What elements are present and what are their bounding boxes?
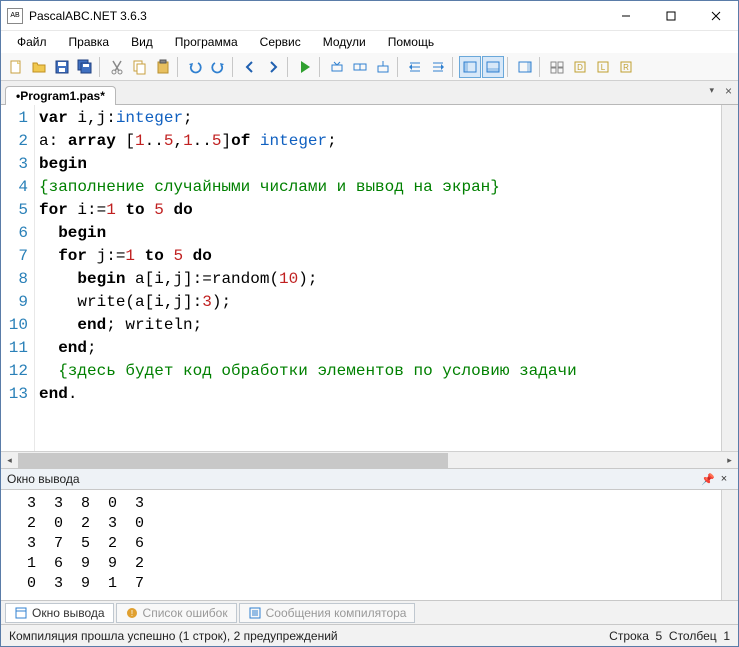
outdent-icon[interactable]	[404, 56, 426, 78]
menu-help[interactable]: Помощь	[378, 33, 444, 51]
svg-text:L: L	[601, 63, 606, 72]
scroll-left-icon[interactable]: ◂	[1, 452, 18, 469]
compiler-tab-icon	[248, 606, 262, 620]
code-editor[interactable]: 12345678910111213 var i,j:integer;a: arr…	[1, 105, 738, 451]
tab-output[interactable]: Окно вывода	[5, 603, 114, 623]
code-area[interactable]: var i,j:integer;a: array [1..5,1..5]of i…	[35, 105, 721, 451]
step-out-icon[interactable]	[372, 56, 394, 78]
save-icon[interactable]	[51, 56, 73, 78]
pin-icon[interactable]: 📌	[700, 473, 716, 486]
svg-text:!: !	[130, 609, 132, 618]
paste-icon[interactable]	[152, 56, 174, 78]
file-tab[interactable]: •Program1.pas*	[5, 86, 116, 105]
toggle-panel-2-icon[interactable]	[482, 56, 504, 78]
menu-modules[interactable]: Модули	[313, 33, 376, 51]
menu-service[interactable]: Сервис	[250, 33, 311, 51]
status-line-value: 5	[656, 629, 663, 643]
undo-icon[interactable]	[184, 56, 206, 78]
scroll-right-icon[interactable]: ▸	[721, 452, 738, 469]
indent-icon[interactable]	[427, 56, 449, 78]
errors-tab-icon: !	[125, 606, 139, 620]
menu-program[interactable]: Программа	[165, 33, 248, 51]
output-tab-icon	[14, 606, 28, 620]
step-over-icon[interactable]	[326, 56, 348, 78]
tab-errors[interactable]: ! Список ошибок	[116, 603, 237, 623]
new-file-icon[interactable]	[5, 56, 27, 78]
tab-close-icon[interactable]: ×	[725, 84, 732, 98]
module-icon-2[interactable]: D	[569, 56, 591, 78]
toggle-panel-3-icon[interactable]	[514, 56, 536, 78]
step-into-icon[interactable]	[349, 56, 371, 78]
maximize-button[interactable]	[648, 1, 693, 30]
output-panel-header: Окно вывода 📌 ×	[1, 468, 738, 490]
cut-icon[interactable]	[106, 56, 128, 78]
module-icon-1[interactable]	[546, 56, 568, 78]
window-title: PascalABC.NET 3.6.3	[29, 9, 603, 23]
status-line-label: Строка	[609, 629, 649, 643]
horizontal-scrollbar[interactable]: ◂ ▸	[1, 451, 738, 468]
module-icon-3[interactable]: L	[592, 56, 614, 78]
app-icon: AB	[7, 8, 23, 24]
menu-view[interactable]: Вид	[121, 33, 163, 51]
menu-file[interactable]: Файл	[7, 33, 57, 51]
toolbar: D L R	[1, 53, 738, 81]
scroll-thumb[interactable]	[18, 453, 448, 468]
menu-bar: Файл Правка Вид Программа Сервис Модули …	[1, 31, 738, 53]
line-gutter: 12345678910111213	[1, 105, 35, 451]
redo-icon[interactable]	[207, 56, 229, 78]
output-vertical-scrollbar[interactable]	[721, 490, 738, 600]
open-file-icon[interactable]	[28, 56, 50, 78]
panel-close-icon[interactable]: ×	[716, 473, 732, 485]
copy-icon[interactable]	[129, 56, 151, 78]
menu-edit[interactable]: Правка	[59, 33, 120, 51]
title-bar: AB PascalABC.NET 3.6.3	[1, 1, 738, 31]
run-icon[interactable]	[294, 56, 316, 78]
toggle-panel-1-icon[interactable]	[459, 56, 481, 78]
module-icon-4[interactable]: R	[615, 56, 637, 78]
status-col-label: Столбец	[669, 629, 717, 643]
output-panel: 3 3 8 0 3 2 0 2 3 0 3 7 5 2 6 1 6 9 9 2 …	[1, 490, 738, 600]
status-bar: Компиляция прошла успешно (1 строк), 2 п…	[1, 624, 738, 646]
close-button[interactable]	[693, 1, 738, 30]
tab-dropdown-icon[interactable]: ▾	[709, 85, 714, 96]
minimize-button[interactable]	[603, 1, 648, 30]
nav-back-icon[interactable]	[239, 56, 261, 78]
tab-bar: •Program1.pas* ▾ ×	[1, 81, 738, 105]
output-panel-title: Окно вывода	[7, 472, 80, 486]
status-col-value: 1	[723, 629, 730, 643]
status-message: Компиляция прошла успешно (1 строк), 2 п…	[9, 629, 338, 643]
nav-forward-icon[interactable]	[262, 56, 284, 78]
save-all-icon[interactable]	[74, 56, 96, 78]
tab-compiler[interactable]: Сообщения компилятора	[239, 603, 416, 623]
output-text[interactable]: 3 3 8 0 3 2 0 2 3 0 3 7 5 2 6 1 6 9 9 2 …	[1, 490, 721, 600]
bottom-tab-bar: Окно вывода ! Список ошибок Сообщения ко…	[1, 600, 738, 624]
svg-text:D: D	[577, 63, 583, 72]
vertical-scrollbar[interactable]	[721, 105, 738, 451]
svg-text:R: R	[623, 63, 629, 72]
